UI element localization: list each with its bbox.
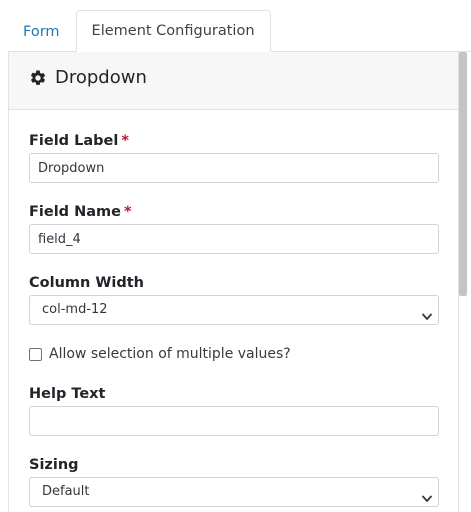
panel-title: Dropdown [55, 67, 147, 88]
field-name-label: Field Name * [29, 203, 132, 221]
field-label-label: Field Label * [29, 132, 129, 150]
field-name-input[interactable] [29, 224, 439, 254]
multiple-values-option[interactable]: Allow selection of multiple values? [29, 344, 291, 364]
required-mark: * [121, 133, 129, 149]
column-width-label: Column Width [29, 275, 144, 291]
chevron-down-icon [422, 488, 432, 502]
multiple-values-checkbox[interactable] [29, 347, 42, 361]
field-name-text: Field Name [29, 204, 121, 220]
tab-form[interactable]: Form [8, 11, 75, 52]
field-label-text: Field Label [29, 133, 119, 149]
sizing-select[interactable]: Default [29, 477, 439, 507]
gear-icon [29, 69, 47, 87]
chevron-down-icon [422, 306, 432, 320]
tab-bar: Form Element Configuration [8, 10, 471, 52]
column-width-value: col-md-12 [42, 302, 108, 317]
sizing-label: Sizing [29, 457, 79, 473]
sizing-value: Default [42, 484, 90, 499]
field-label-input[interactable] [29, 153, 439, 183]
tab-element-configuration[interactable]: Element Configuration [75, 10, 271, 52]
scrollbar-thumb[interactable] [459, 52, 467, 296]
help-text-input[interactable] [29, 406, 439, 436]
panel-header: Dropdown [9, 52, 458, 110]
configuration-panel: Dropdown Field Label* Field Name* Column… [8, 52, 459, 512]
element-configuration-screen: Form Element Configuration Dropdown Fiel… [0, 0, 471, 512]
multiple-values-label[interactable]: Allow selection of multiple values? [49, 346, 291, 362]
required-mark: * [123, 204, 132, 220]
help-text-label: Help Text [29, 386, 106, 402]
column-width-select[interactable]: col-md-12 [29, 295, 439, 325]
